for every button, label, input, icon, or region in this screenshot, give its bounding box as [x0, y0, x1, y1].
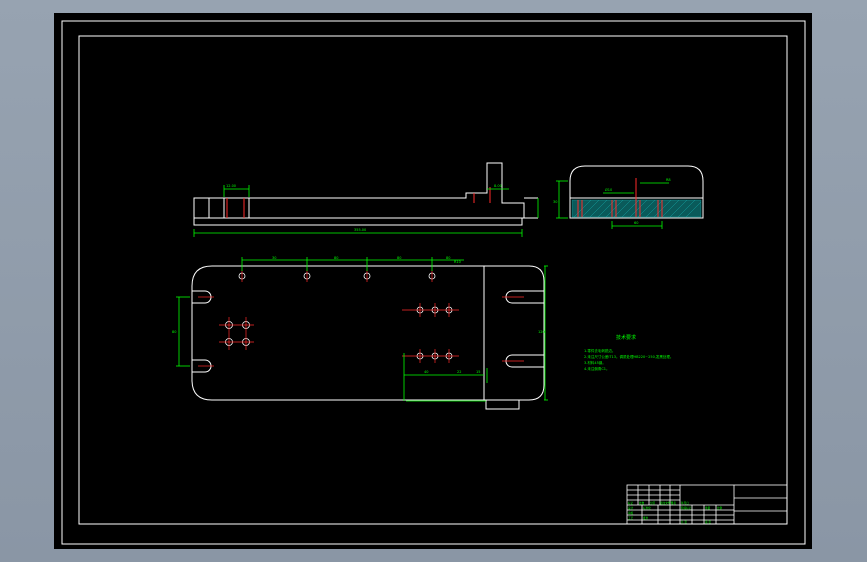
side-overall-length-label: 355.00 [354, 228, 366, 232]
end-hole-dim-label: Ø10 [605, 187, 612, 192]
tb-cell-16: 第 张 [705, 520, 711, 524]
tb-cell-13: 工艺 [628, 516, 634, 520]
tb-cell-9: 阶段标记 [681, 506, 692, 510]
tb-cell-10: 重量 [705, 506, 711, 510]
notes-line-4: 4.未注倒角C1。 [584, 366, 610, 371]
plan-hole-spacing-2: 80 [334, 256, 338, 260]
sheet-border-inner [78, 35, 788, 525]
notes-title: 技术要求 [616, 334, 636, 341]
tb-cell-3: 分区 [650, 501, 656, 505]
tb-cell-6: 年月日 [681, 501, 689, 505]
plan-dimensions [176, 257, 548, 402]
tb-cell-7: 设计 [628, 506, 634, 510]
plan-holes [225, 272, 453, 360]
side-step-label: 8.00 [494, 184, 502, 188]
plan-lower-dim-3: 15 [476, 370, 480, 374]
notes-line-2: 2.未注尺寸公差IT13。调质处理HB220~250,发黑处理。 [584, 354, 673, 359]
side-slot-width-label: 12.00 [226, 184, 236, 188]
tb-cell-15: 共 张 [681, 520, 687, 524]
tb-cell-5: 签名 [671, 501, 677, 505]
end-top-dim-label: R8 [666, 178, 671, 182]
sheet-border-outer [61, 20, 806, 545]
plan-hole-spacing-3: 80 [397, 256, 401, 260]
plan-height-label: 120 [538, 330, 545, 334]
tb-cell-12: 审核 [628, 511, 634, 515]
mechanical-drawing: 355.00 12.00 8.00 30 R8 Ø10 60 30 80 80 … [61, 20, 806, 545]
plan-width-label: 80 [172, 330, 176, 334]
plan-center-marks [198, 270, 524, 367]
notes-line-3: 3.材料45钢。 [584, 360, 606, 365]
tb-cell-1: 标记 [628, 501, 634, 505]
plan-lower-dim-2: 22 [457, 370, 461, 374]
plan-hole-spacing-4: 80 [446, 256, 450, 260]
end-view [556, 165, 704, 229]
end-bottom-dim-label: 60 [634, 221, 638, 225]
side-view [193, 162, 538, 226]
cad-drawing-viewport[interactable]: 355.00 12.00 8.00 30 R8 Ø10 60 30 80 80 … [54, 13, 812, 549]
plan-hole-spacing-1: 30 [272, 256, 276, 260]
tb-cell-14: 批准 [643, 516, 649, 520]
tb-cell-11: 比例 [717, 506, 723, 510]
tb-cell-2: 处数 [639, 501, 645, 505]
plan-right-spacing-label: R10 [454, 260, 461, 264]
plan-lower-dim-1: 40 [424, 370, 428, 374]
notes-line-1: 1.零件去毛刺锐边。 [584, 348, 615, 353]
tb-cell-8: 标准化 [643, 506, 651, 510]
end-height-label: 30 [553, 200, 557, 204]
plan-view [191, 265, 545, 410]
